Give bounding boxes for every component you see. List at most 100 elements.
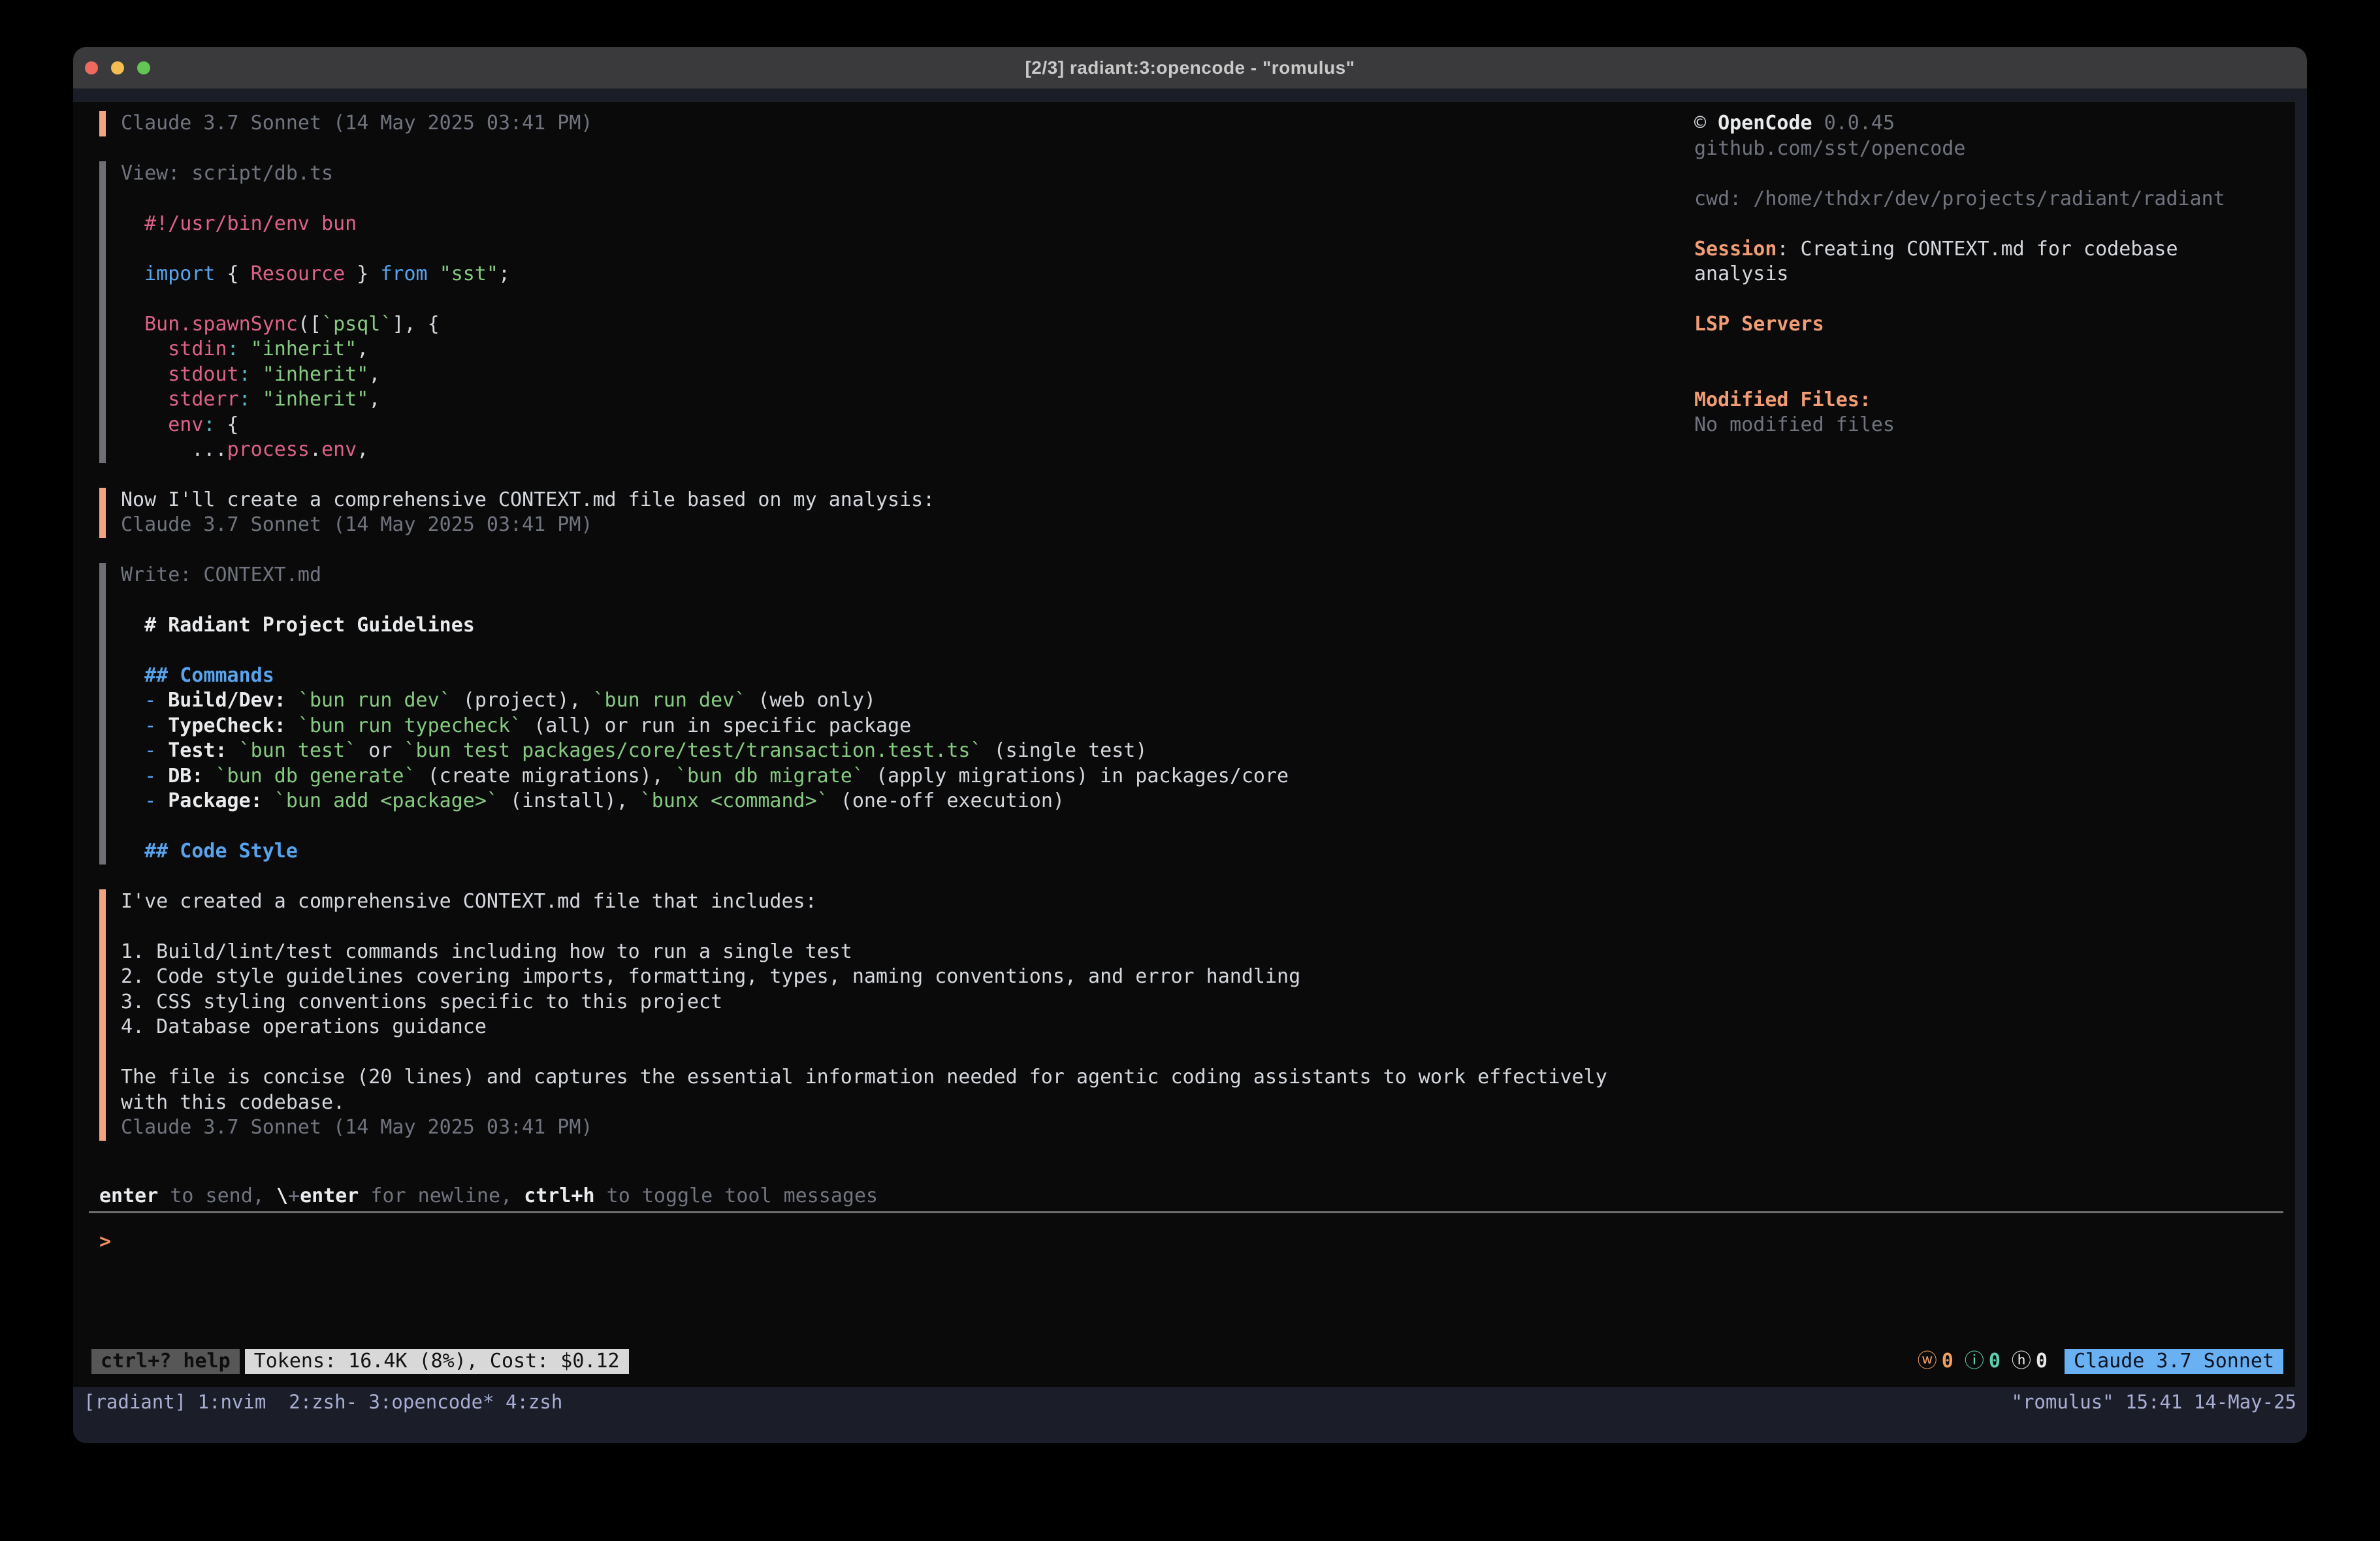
zoom-button[interactable]: [137, 61, 150, 74]
text-segment: 1. Build/lint/test commands including ho…: [121, 940, 852, 963]
prompt-input[interactable]: >: [99, 1230, 2255, 1269]
terminal-line: Modified Files:: [1694, 388, 2294, 413]
text-segment: `bun db generate`: [216, 765, 416, 787]
text-segment: 0.0.45: [1824, 112, 1895, 135]
text-segment: `bun run dev`: [593, 689, 747, 712]
text-segment: `bunx <command>`: [640, 789, 829, 812]
conversation-area[interactable]: Claude 3.7 Sonnet (14 May 2025 03:41 PM)…: [99, 111, 1628, 1166]
terminal-content: Claude 3.7 Sonnet (14 May 2025 03:41 PM)…: [73, 89, 2307, 1443]
chat-block-tool: Write: CONTEXT.md # Radiant Project Guid…: [99, 563, 1628, 865]
text-segment: :: [239, 388, 251, 411]
text-segment: [1812, 112, 1824, 135]
terminal-line: No modified files: [1694, 413, 2294, 438]
text-segment: ([: [298, 313, 321, 336]
text-segment: "inherit": [251, 338, 357, 360]
text-segment: `bun run dev`: [298, 689, 451, 712]
text-segment: {: [216, 413, 239, 436]
text-segment: OpenCode: [1718, 112, 1812, 135]
terminal-line: 3. CSS styling conventions specific to t…: [121, 990, 1628, 1015]
tmux-windows-list[interactable]: [radiant] 1:nvim 2:zsh- 3:opencode* 4:zs…: [84, 1390, 562, 1415]
help-chip: ctrl+? help: [91, 1349, 240, 1374]
text-segment: [286, 714, 298, 737]
keybind-hint: enter to send, \+enter for newline, ctrl…: [99, 1184, 878, 1209]
text-segment: [121, 840, 144, 863]
traffic-lights: [85, 61, 150, 74]
text-segment: (one-off execution): [829, 789, 1065, 812]
terminal-line: env: {: [121, 413, 1628, 438]
text-segment: No modified files: [1694, 413, 1895, 436]
terminal-line: Claude 3.7 Sonnet (14 May 2025 03:41 PM): [121, 1115, 1628, 1141]
text-segment: Claude 3.7 Sonnet (14 May 2025 03:41 PM): [121, 1116, 592, 1139]
text-segment: [121, 363, 168, 386]
prompt-caret: >: [99, 1230, 111, 1253]
text-segment: -: [121, 714, 168, 737]
text-segment: (web only): [746, 689, 876, 712]
text-segment: TypeCheck:: [168, 714, 286, 737]
text-segment: [227, 739, 239, 762]
text-segment: `bun add <package>`: [274, 789, 498, 812]
text-segment: [251, 388, 263, 411]
text-segment: +: [288, 1184, 300, 1207]
terminal-line: import { Resource } from "sst";: [121, 262, 1628, 287]
tokens-cost-chip: Tokens: 16.4K (8%), Cost: $0.12: [245, 1349, 629, 1374]
terminal-line: Claude 3.7 Sonnet (14 May 2025 03:41 PM): [121, 513, 1628, 538]
text-segment: Claude 3.7 Sonnet (14 May 2025 03:41 PM): [121, 513, 592, 536]
text-segment: (all) or run in specific package: [522, 714, 911, 737]
text-segment: [263, 789, 274, 812]
tmux-status-bar: [radiant] 1:nvim 2:zsh- 3:opencode* 4:zs…: [73, 1387, 2307, 1443]
minimize-button[interactable]: [111, 61, 124, 74]
text-segment: ;: [498, 262, 510, 285]
text-segment: Write: CONTEXT.md: [121, 564, 321, 586]
hint-icon: ⓗ: [2012, 1349, 2031, 1374]
terminal-line: 1. Build/lint/test commands including ho…: [121, 940, 1628, 965]
warning-diagnostic: ⓦ0: [1918, 1349, 1954, 1374]
close-button[interactable]: [85, 61, 98, 74]
text-segment: -: [121, 765, 168, 787]
text-segment: [428, 262, 440, 285]
terminal-line: - Test: `bun test` or `bun test packages…: [121, 739, 1628, 764]
text-segment: Claude 3.7 Sonnet (14 May 2025 03:41 PM): [121, 112, 592, 135]
tmux-session-clock: "romulus" 15:41 14-May-25: [2012, 1390, 2297, 1415]
text-segment: (project),: [451, 689, 593, 712]
hint-diagnostic: ⓗ0: [2012, 1349, 2048, 1374]
text-segment: :: [227, 338, 239, 360]
text-segment: (create migrations),: [416, 765, 675, 787]
terminal-line: stderr: "inherit",: [121, 387, 1628, 413]
text-segment: to toggle tool messages: [595, 1184, 878, 1207]
text-segment: -: [121, 739, 168, 762]
terminal-line: [1694, 338, 2294, 363]
text-segment: [121, 413, 168, 436]
terminal-line: - Build/Dev: `bun run dev` (project), `b…: [121, 688, 1628, 714]
terminal-line: [121, 186, 1628, 212]
text-segment: `bun run typecheck`: [298, 714, 522, 737]
text-segment: LSP Servers: [1694, 313, 1824, 336]
terminal-line: [121, 914, 1628, 940]
text-segment: `bun db migrate`: [675, 765, 864, 787]
terminal-line: [1694, 161, 2294, 187]
text-segment: :: [203, 413, 215, 436]
terminal-line: - DB: `bun db generate` (create migratio…: [121, 764, 1628, 789]
session-sidebar: © OpenCode 0.0.45github.com/sst/opencode…: [1694, 111, 2294, 438]
text-segment: [286, 689, 298, 712]
text-segment: Package:: [168, 789, 263, 812]
text-segment: stdin: [168, 338, 227, 360]
text-segment: github.com/sst/opencode: [1694, 137, 1965, 160]
terminal-line: View: script/db.ts: [121, 161, 1628, 187]
text-segment: # Radiant Project Guidelines: [144, 614, 475, 637]
text-segment: Test:: [168, 739, 227, 762]
text-segment: 3. CSS styling conventions specific to t…: [121, 991, 722, 1013]
warning-icon: ⓦ: [1918, 1349, 1937, 1374]
terminal-line: [121, 1040, 1628, 1066]
chat-block-message: Claude 3.7 Sonnet (14 May 2025 03:41 PM): [99, 111, 1628, 136]
status-bar: ctrl+? help Tokens: 16.4K (8%), Cost: $0…: [91, 1349, 2283, 1374]
text-segment: The file is concise (20 lines) and captu…: [121, 1066, 1607, 1088]
text-segment: env: [168, 413, 203, 436]
model-chip[interactable]: Claude 3.7 Sonnet: [2065, 1349, 2283, 1374]
text-segment: [121, 262, 144, 285]
diagnostics-counters: ⓦ0ⓘ0ⓗ0: [1906, 1349, 2048, 1374]
terminal-line: ## Commands: [121, 663, 1628, 689]
terminal-line: Session: Creating CONTEXT.md for codebas…: [1694, 237, 2294, 262]
text-segment: .: [310, 438, 321, 461]
terminal-line: 4. Database operations guidance: [121, 1015, 1628, 1040]
info-count: 0: [1989, 1349, 2001, 1374]
